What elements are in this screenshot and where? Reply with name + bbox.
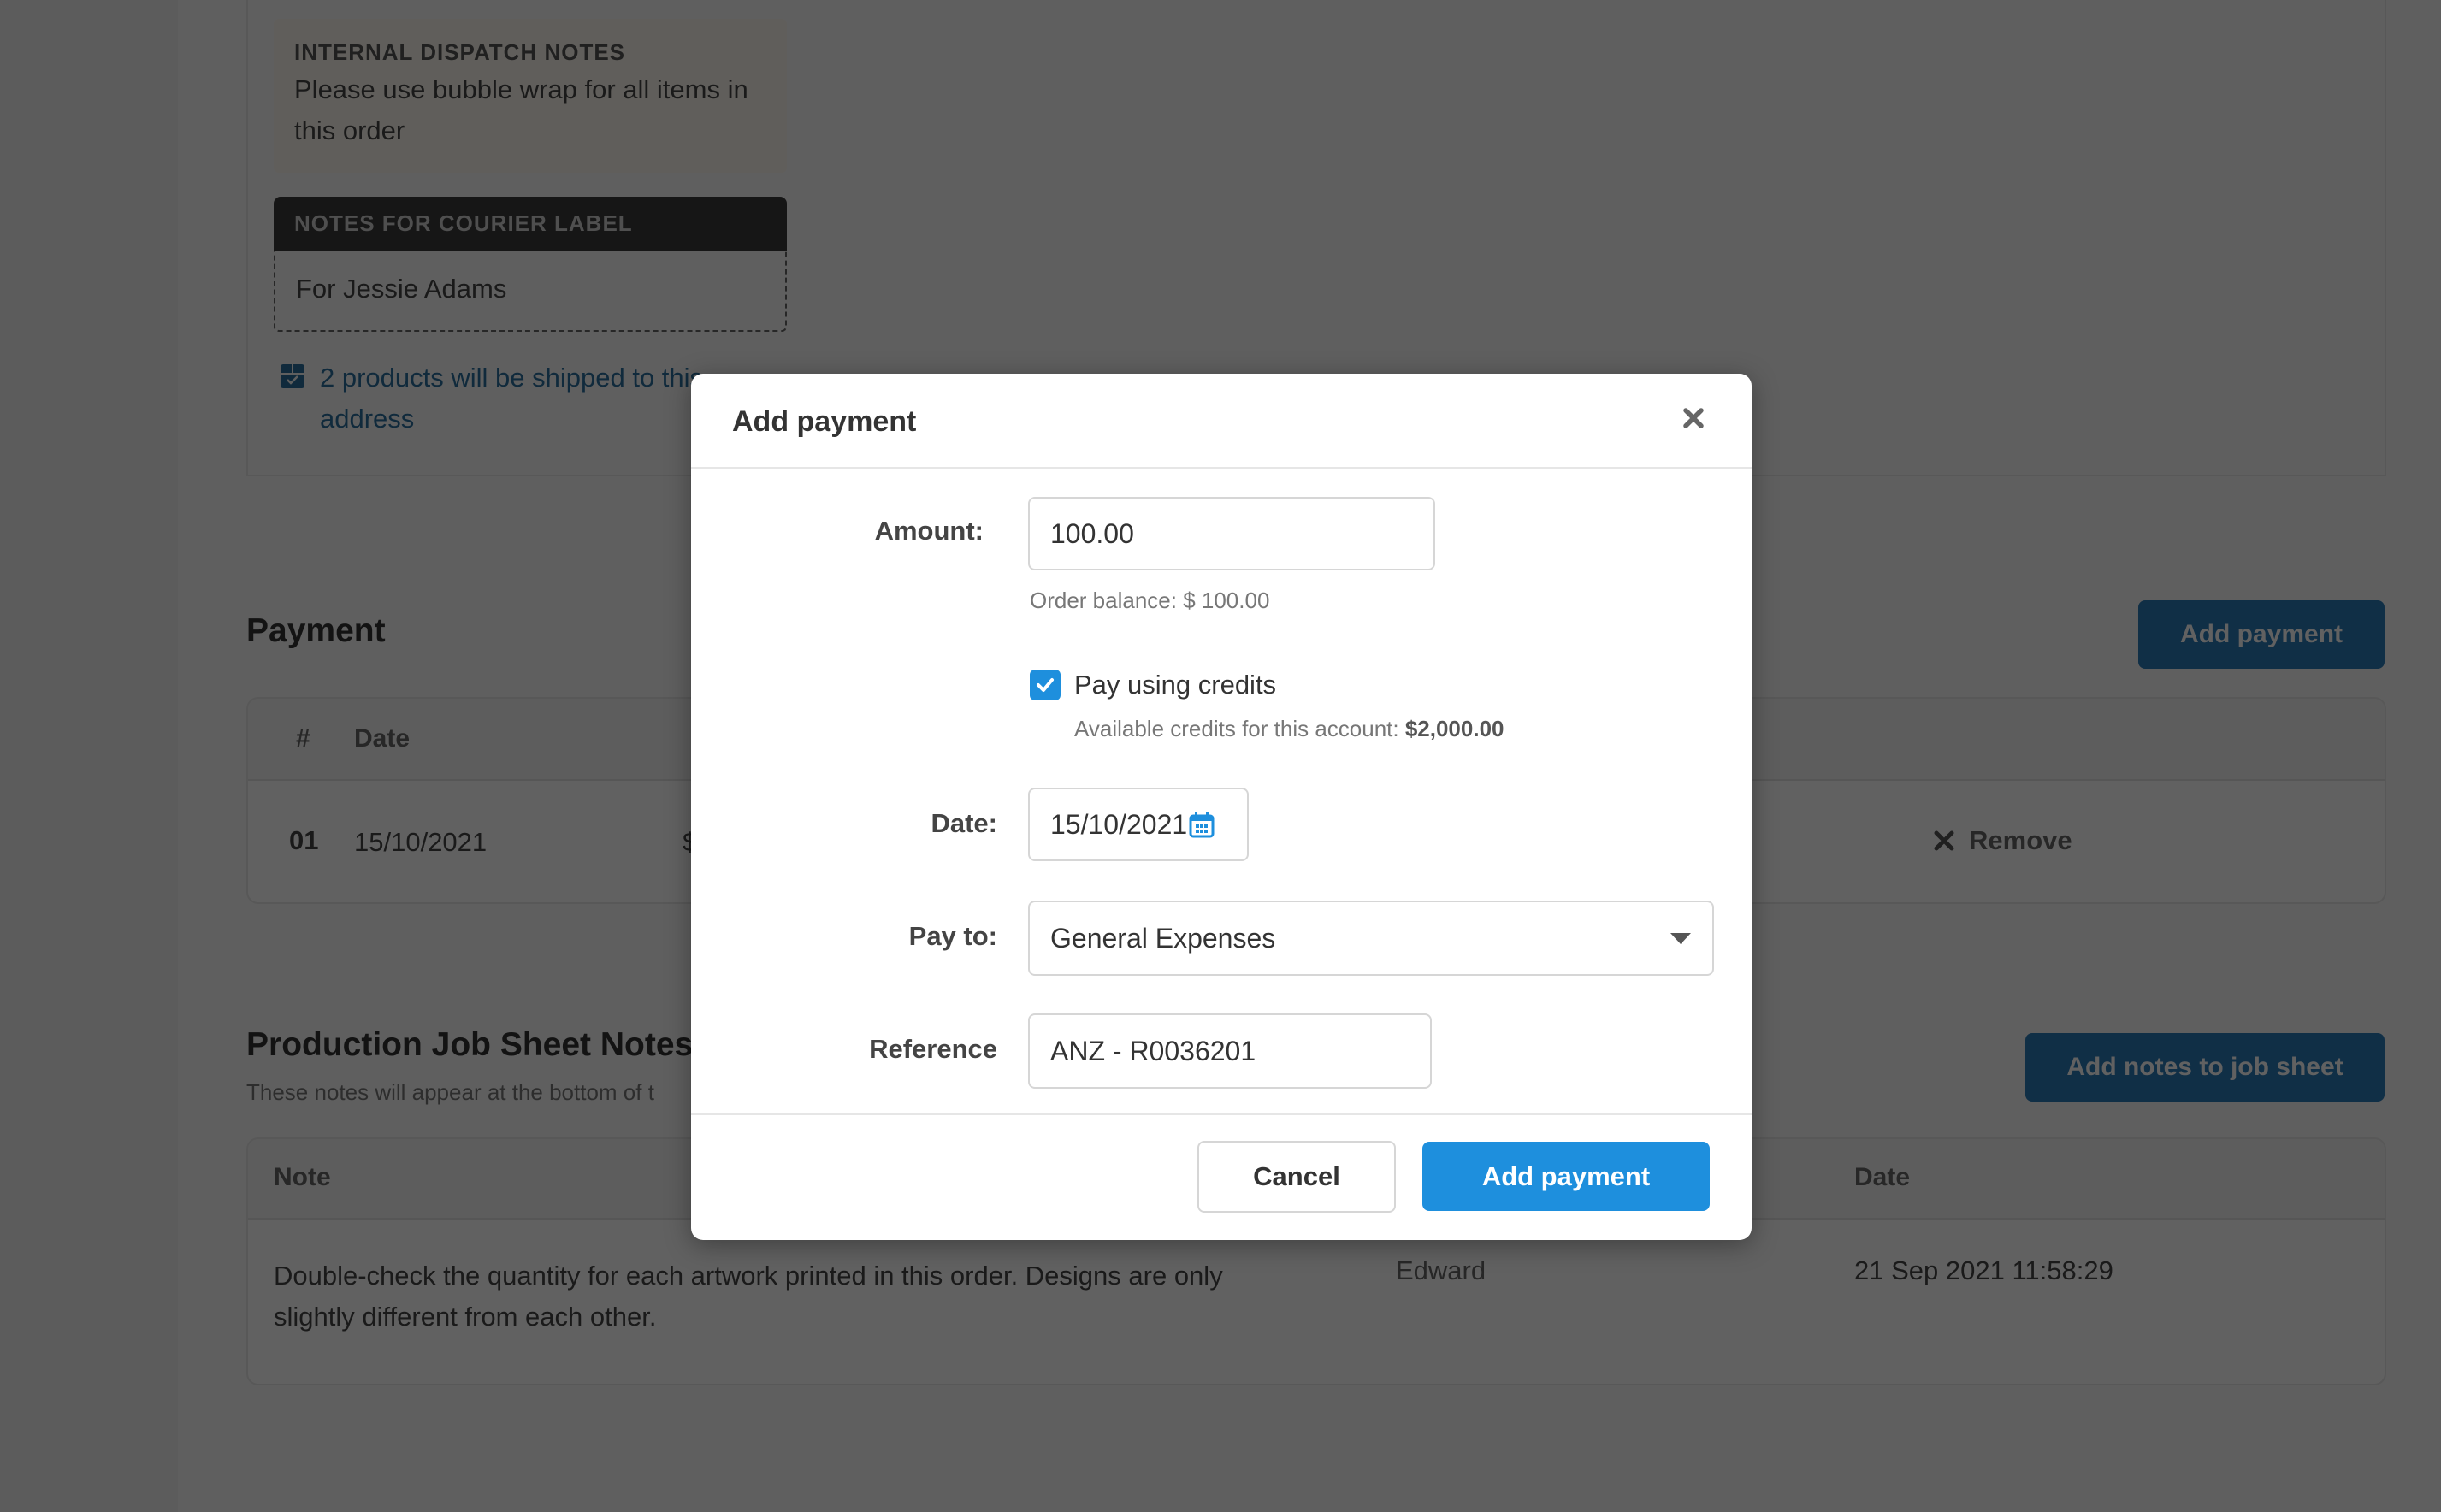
available-credits-text: Available credits for this account: $2,0… [1074, 716, 1504, 742]
pay-to-select[interactable]: General Expenses [1028, 901, 1714, 976]
date-value: 15/10/2021 [1050, 808, 1188, 840]
checkmark-icon [1037, 678, 1054, 692]
close-icon [1683, 408, 1704, 428]
date-input[interactable]: 15/10/2021 [1028, 788, 1249, 861]
pay-using-credits-checkbox[interactable] [1030, 670, 1061, 700]
pay-using-credits-label[interactable]: Pay using credits [1074, 670, 1276, 700]
modal-header: Add payment [691, 374, 1752, 469]
reference-label: Reference [869, 1034, 997, 1064]
date-label: Date: [931, 808, 997, 838]
order-balance-text: Order balance: $ 100.00 [1030, 588, 1270, 613]
chevron-down-icon [1670, 933, 1691, 944]
cancel-button[interactable]: Cancel [1197, 1141, 1396, 1213]
amount-input[interactable]: 100.00 [1028, 497, 1435, 570]
close-button[interactable] [1676, 401, 1711, 435]
amount-label: Amount: [874, 516, 984, 546]
pay-to-selected: General Expenses [1050, 922, 1276, 954]
submit-add-payment-button[interactable]: Add payment [1422, 1142, 1710, 1211]
calendar-icon[interactable] [1189, 811, 1215, 838]
modal-footer-divider [691, 1113, 1752, 1115]
reference-value: ANZ - R0036201 [1050, 1035, 1256, 1066]
available-credits-prefix: Available credits for this account: [1074, 716, 1405, 741]
add-payment-modal: Add payment Amount: 100.00 Order balance… [691, 374, 1752, 1240]
available-credits-value: $2,000.00 [1404, 716, 1504, 741]
pay-to-label: Pay to: [908, 921, 997, 951]
amount-value: 100.00 [1050, 517, 1134, 549]
modal-title: Add payment [732, 405, 917, 438]
reference-input[interactable]: ANZ - R0036201 [1028, 1013, 1432, 1089]
